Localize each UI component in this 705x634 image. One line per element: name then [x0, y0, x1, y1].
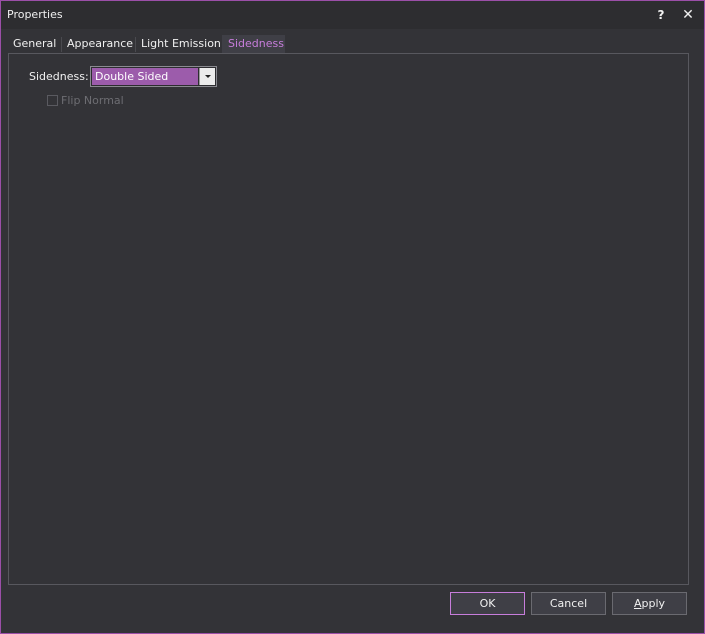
- flip-normal-label: Flip Normal: [61, 94, 124, 107]
- ok-button[interactable]: OK: [450, 592, 525, 615]
- tab-sidedness[interactable]: Sidedness: [222, 35, 285, 53]
- close-icon[interactable]: ✕: [679, 6, 697, 24]
- help-icon[interactable]: ?: [652, 6, 670, 24]
- apply-mnemonic: A: [633, 597, 642, 610]
- cancel-button[interactable]: Cancel: [531, 592, 606, 615]
- title-bar: Properties ? ✕: [1, 1, 704, 29]
- dialog-title: Properties: [7, 8, 63, 21]
- sidedness-label: Sidedness:: [29, 70, 89, 83]
- sidedness-selected-value[interactable]: Double Sided: [92, 68, 198, 85]
- properties-dialog: Properties ? ✕ General Appearance Light …: [0, 0, 705, 634]
- tab-general[interactable]: General: [7, 35, 62, 53]
- apply-button[interactable]: Apply: [612, 592, 687, 615]
- tab-appearance[interactable]: Appearance: [61, 35, 139, 53]
- tab-content-panel: [8, 53, 689, 585]
- chevron-down-icon[interactable]: [199, 68, 215, 85]
- flip-normal-checkbox[interactable]: [47, 95, 58, 106]
- sidedness-dropdown[interactable]: Double Sided: [90, 66, 217, 87]
- apply-label: pply: [641, 597, 666, 610]
- tab-light-emission[interactable]: Light Emission: [135, 35, 227, 53]
